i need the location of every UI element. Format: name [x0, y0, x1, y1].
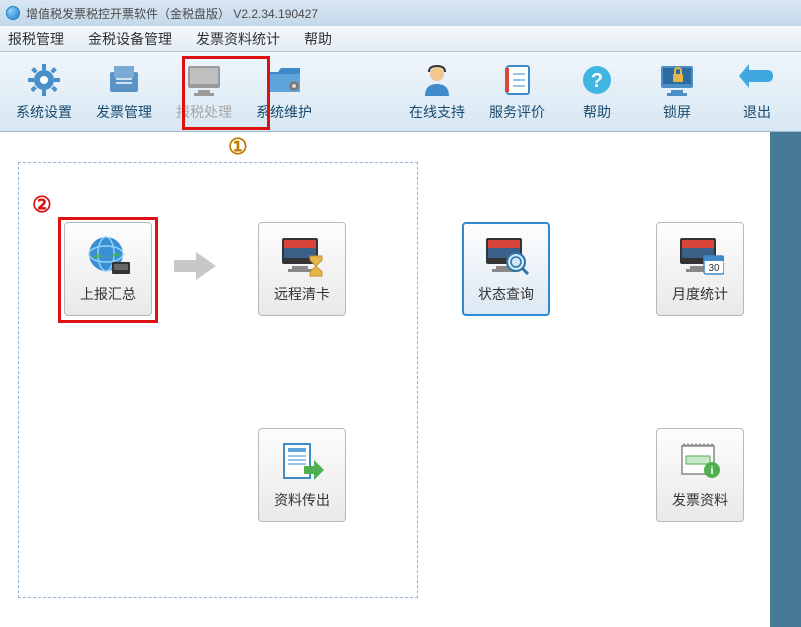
icon-label: 状态查询 [478, 284, 534, 304]
arrow-icon [170, 246, 220, 286]
support-person-icon [417, 62, 457, 98]
toolbar-sys-settings[interactable]: 系统设置 [4, 54, 84, 130]
toolbar-label: 系统设置 [16, 102, 72, 122]
monitor-hourglass-icon [278, 234, 326, 278]
icon-label: 远程清卡 [274, 284, 330, 304]
svg-text:?: ? [591, 70, 603, 92]
icon-label: 发票资料 [672, 490, 728, 510]
toolbar-tax-process[interactable]: 报税处理 [164, 54, 244, 130]
notebook-icon [497, 62, 537, 98]
btn-remote-clear[interactable]: 远程清卡 [258, 222, 346, 316]
receipt-info-icon: i [676, 440, 724, 484]
folder-gear-icon [264, 62, 304, 98]
gear-icon [24, 62, 64, 98]
title-bar: 增值税发票税控开票软件（金税盘版） V2.2.34.190427 [0, 0, 801, 26]
toolbar-label: 在线支持 [409, 102, 465, 122]
btn-status-query[interactable]: 状态查询 [462, 222, 550, 316]
menu-device-mgmt[interactable]: 金税设备管理 [88, 29, 172, 49]
btn-data-export[interactable]: 资料传出 [258, 428, 346, 522]
toolbar-service-rating[interactable]: 服务评价 [477, 54, 557, 130]
toolbar-exit[interactable]: 退出 [717, 54, 797, 130]
svg-text:30: 30 [708, 263, 720, 274]
icon-label: 月度统计 [672, 284, 728, 304]
document-export-icon [278, 440, 326, 484]
document-box-icon [104, 62, 144, 98]
content-right-strip [770, 132, 801, 627]
monitor-search-icon [482, 234, 530, 278]
app-icon [6, 6, 20, 20]
toolbar-label: 锁屏 [663, 102, 691, 122]
toolbar-online-support[interactable]: 在线支持 [397, 54, 477, 130]
toolbar-label: 服务评价 [489, 102, 545, 122]
back-arrow-icon [737, 62, 777, 98]
toolbar-label: 帮助 [583, 102, 611, 122]
icon-label: 上报汇总 [80, 284, 136, 304]
help-icon: ? [577, 62, 617, 98]
annotation-marker-2: ② [32, 192, 52, 218]
menu-tax-mgmt[interactable]: 报税管理 [8, 29, 64, 49]
svg-text:i: i [710, 465, 713, 477]
globe-icon [84, 234, 132, 278]
toolbar-label: 发票管理 [96, 102, 152, 122]
content-area: 上报汇总 远程清卡 资料传出 [0, 132, 801, 627]
toolbar: 系统设置 发票管理 报税处理 系统维护 [0, 52, 801, 132]
window-title: 增值税发票税控开票软件（金税盘版） V2.2.34.190427 [26, 5, 318, 22]
menu-help[interactable]: 帮助 [304, 29, 332, 49]
toolbar-label: 系统维护 [256, 102, 312, 122]
icon-label: 资料传出 [274, 490, 330, 510]
content-left: 上报汇总 远程清卡 资料传出 [0, 132, 770, 627]
toolbar-label: 退出 [743, 102, 771, 122]
menu-bar: 报税管理 金税设备管理 发票资料统计 帮助 [0, 26, 801, 52]
monitor-icon [184, 62, 224, 98]
toolbar-lock[interactable]: 锁屏 [637, 54, 717, 130]
lock-screen-icon [657, 62, 697, 98]
monitor-calendar-icon: 30 [676, 234, 724, 278]
toolbar-invoice-mgmt[interactable]: 发票管理 [84, 54, 164, 130]
toolbar-help[interactable]: ? 帮助 [557, 54, 637, 130]
btn-monthly-stats[interactable]: 30 月度统计 [656, 222, 744, 316]
btn-invoice-data[interactable]: i 发票资料 [656, 428, 744, 522]
annotation-marker-1: ① [228, 134, 248, 160]
btn-report-summary[interactable]: 上报汇总 [64, 222, 152, 316]
toolbar-sys-maint[interactable]: 系统维护 [244, 54, 324, 130]
menu-invoice-stats[interactable]: 发票资料统计 [196, 29, 280, 49]
toolbar-label: 报税处理 [176, 102, 232, 122]
